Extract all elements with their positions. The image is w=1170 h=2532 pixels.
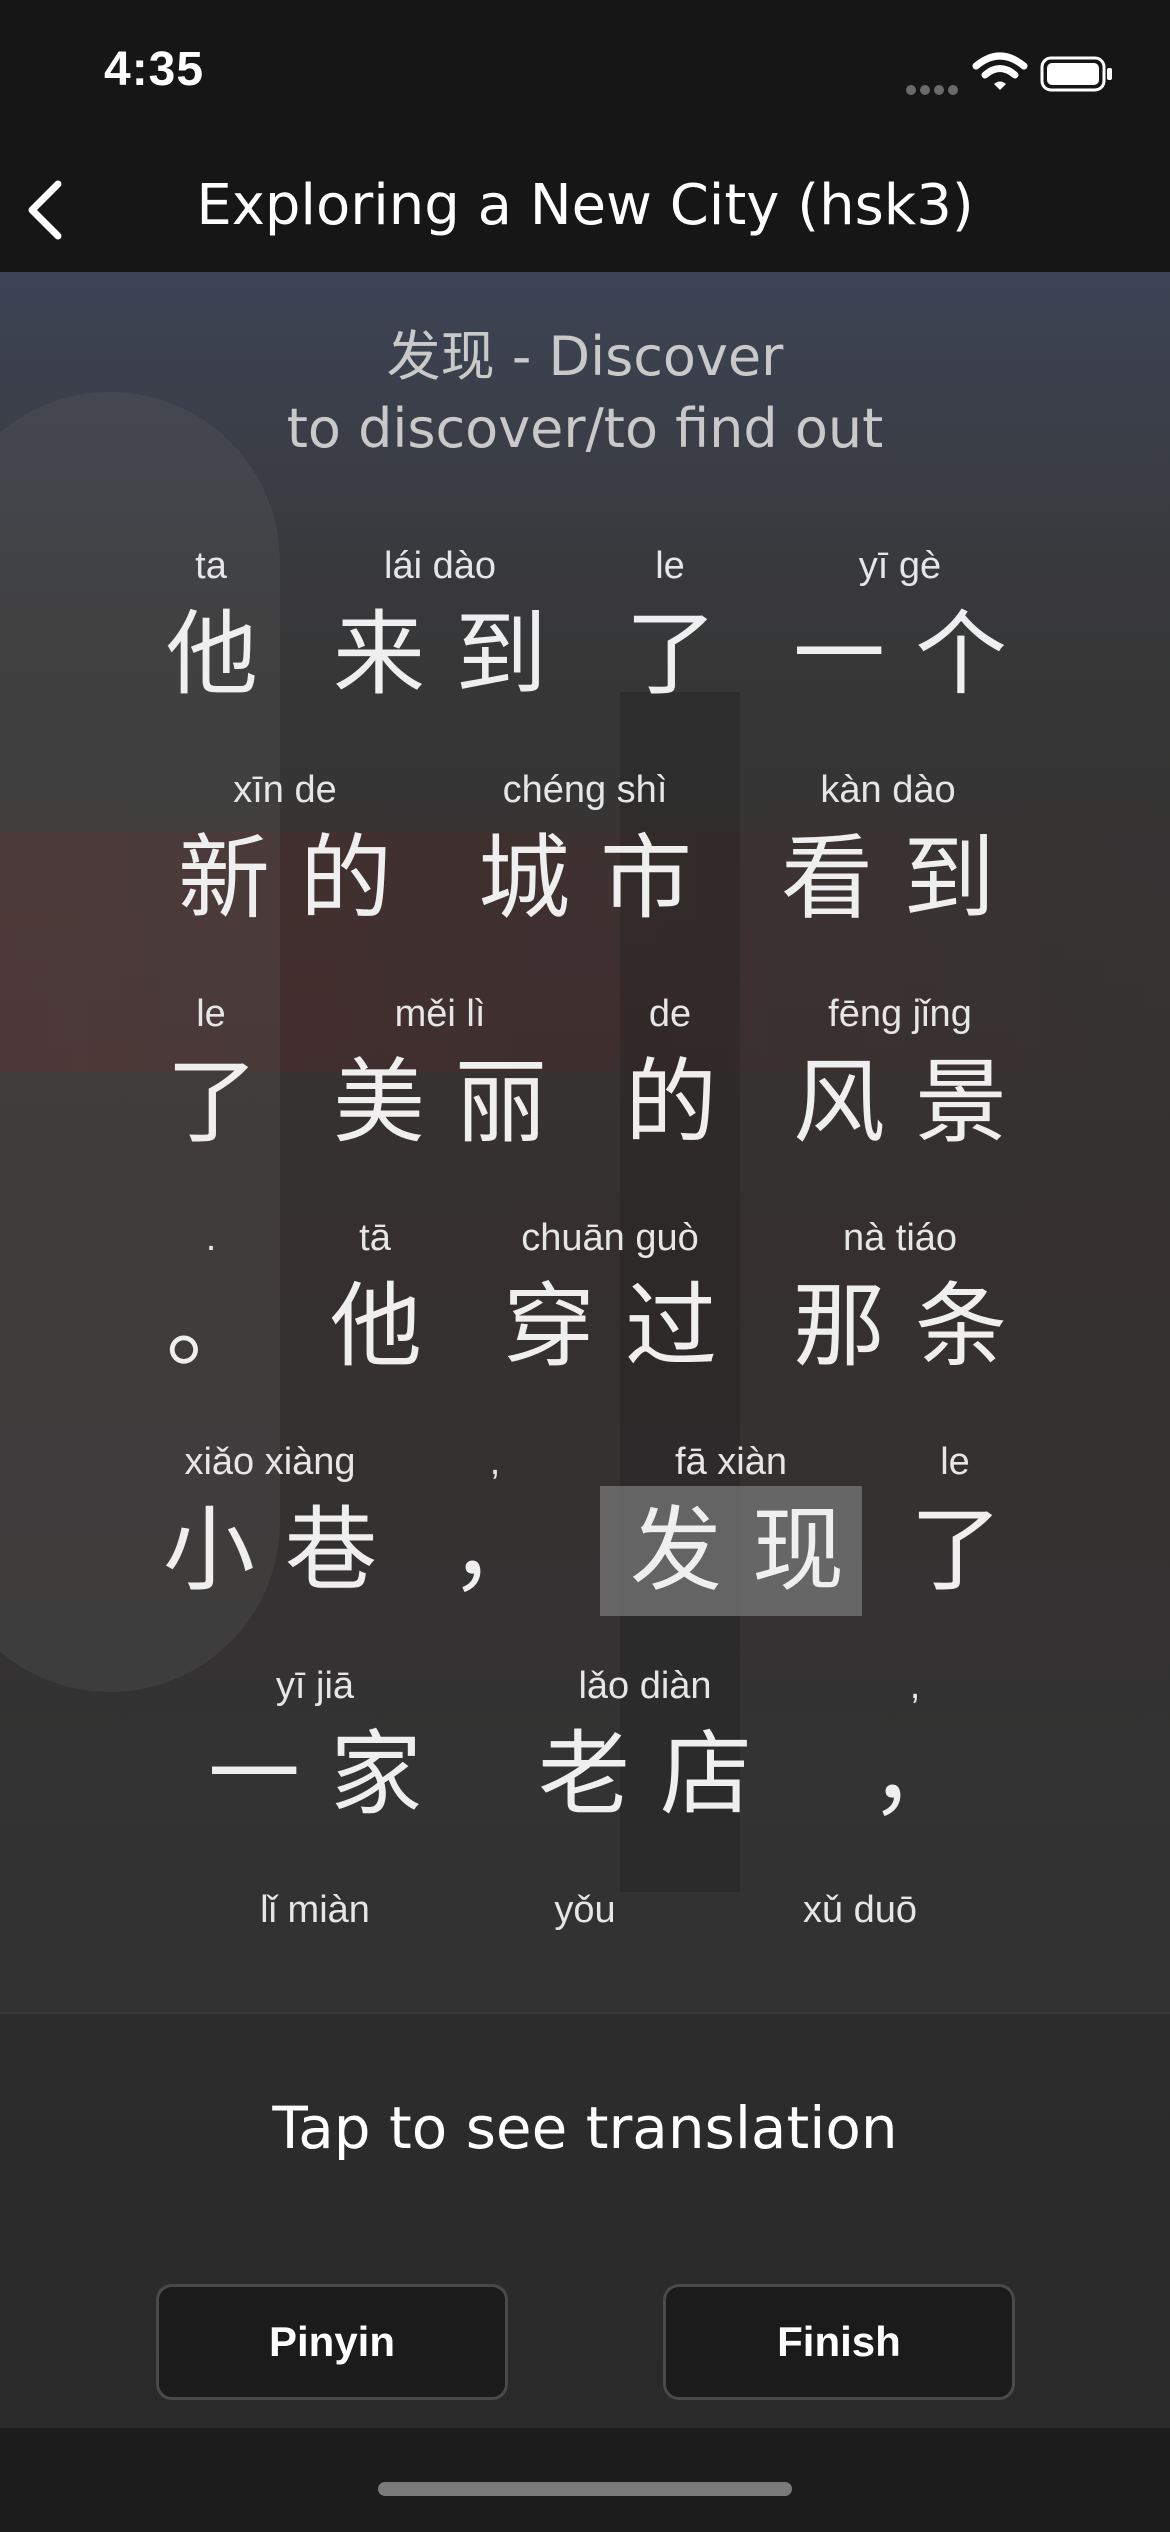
token-pinyin: lái dào	[384, 545, 496, 587]
home-indicator-area	[0, 2428, 1170, 2532]
translation-prompt[interactable]: Tap to see translation	[0, 2094, 1170, 2162]
token-pinyin: le	[940, 1441, 970, 1483]
token-hanzi: 新的	[177, 825, 422, 932]
sentence-token[interactable]: yǒu	[510, 1886, 660, 1934]
word-headword: 发现 - Discover	[386, 325, 784, 388]
token-hanzi: 来到	[332, 601, 577, 708]
token-pinyin: chéng shì	[502, 769, 668, 811]
sentence-token[interactable]: de 的	[595, 990, 745, 1168]
chevron-left-icon[interactable]	[22, 178, 72, 242]
token-hanzi: 他	[330, 1273, 453, 1380]
token-hanzi: 了	[166, 1049, 289, 1156]
token-pinyin: de	[648, 993, 692, 1035]
token-hanzi: 他	[166, 601, 289, 708]
sentence-token[interactable]: . 。	[136, 1214, 286, 1392]
token-pinyin: le	[655, 545, 685, 587]
token-pinyin: yī gè	[858, 545, 942, 587]
nav-bar: Exploring a New City (hsk3)	[0, 150, 1170, 272]
token-pinyin: yī jiā	[275, 1665, 355, 1707]
token-pinyin: fēng jǐng	[828, 993, 972, 1035]
token-hanzi: 城市	[477, 825, 722, 932]
token-hanzi: ，	[870, 1721, 993, 1828]
sentence-token[interactable]: chuān guò 穿过	[470, 1214, 750, 1392]
token-pinyin: .	[205, 1217, 217, 1259]
token-pinyin: lǐ miàn	[260, 1889, 370, 1931]
sentence-token[interactable]: yī gè 一个	[760, 542, 1040, 720]
token-hanzi: 穿过	[502, 1273, 747, 1380]
token-hanzi: 那条	[792, 1273, 1037, 1380]
token-hanzi: 老店	[537, 1721, 782, 1828]
story-content[interactable]: 发现 - Discover to discover/to find out ta…	[0, 272, 1170, 2428]
sentence-token[interactable]: lǐ miàn	[175, 1886, 455, 1934]
token-pinyin: tā	[359, 1217, 391, 1259]
sentence-token[interactable]: le 了	[136, 990, 286, 1168]
token-hanzi: 发现	[600, 1486, 862, 1616]
token-hanzi: 。	[166, 1273, 289, 1380]
token-pinyin: xīn de	[233, 769, 337, 811]
sentence-token[interactable]: nà tiáo 那条	[760, 1214, 1040, 1392]
token-hanzi: ，	[450, 1497, 573, 1604]
status-bar: 4:35	[0, 0, 1170, 150]
sentence-token[interactable]: yī jiā 一家	[175, 1662, 455, 1840]
page-title: Exploring a New City (hsk3)	[196, 173, 974, 238]
reader-screen: 4:35 Exploring a New City (hsk3) 发现 - Di…	[0, 0, 1170, 2532]
token-hanzi: 风景	[792, 1049, 1037, 1156]
token-pinyin: xǔ duō	[802, 1889, 918, 1931]
token-pinyin: lǎo diàn	[578, 1665, 712, 1707]
sentence-token[interactable]: , ，	[840, 1662, 990, 1840]
finish-button[interactable]: Finish	[663, 2284, 1015, 2400]
token-hanzi: 一个	[792, 601, 1037, 708]
token-pinyin: yǒu	[554, 1889, 616, 1931]
sentence-token[interactable]: kàn dào 看到	[748, 766, 1028, 944]
token-pinyin: le	[196, 993, 226, 1035]
token-hanzi: 的	[625, 1049, 748, 1156]
sentence-token[interactable]: , ，	[420, 1438, 570, 1616]
token-hanzi: 一家	[207, 1721, 452, 1828]
sentence-token[interactable]: tā 他	[300, 1214, 450, 1392]
token-hanzi: 了	[625, 601, 748, 708]
token-pinyin: nà tiáo	[842, 1217, 958, 1259]
token-hanzi: 小巷	[162, 1497, 407, 1604]
battery-icon	[1040, 56, 1114, 92]
token-hanzi: 了	[910, 1497, 1033, 1604]
token-pinyin: ,	[489, 1441, 501, 1483]
sentence-token[interactable]: xǔ duō	[720, 1886, 1000, 1934]
wifi-icon	[972, 52, 1028, 92]
home-indicator[interactable]	[378, 2482, 792, 2496]
token-pinyin: ta	[195, 545, 227, 587]
word-definition: to discover/to find out	[286, 397, 884, 460]
sentence-token[interactable]: chéng shì 城市	[445, 766, 725, 944]
sentence-token[interactable]: lǎo diàn 老店	[505, 1662, 785, 1840]
token-pinyin: měi lì	[394, 993, 486, 1035]
sentence-token[interactable]: xiǎo xiàng 小巷	[130, 1438, 410, 1616]
token-pinyin: xiǎo xiàng	[184, 1441, 356, 1483]
signal-dots-icon	[906, 80, 962, 95]
status-time: 4:35	[104, 43, 205, 96]
token-pinyin: ,	[909, 1665, 921, 1707]
token-pinyin: chuān guò	[521, 1217, 699, 1259]
bottom-panel: Tap to see translation Pinyin Finish	[0, 2012, 1170, 2428]
sentence-token-highlighted[interactable]: fā xiàn 发现	[600, 1438, 862, 1616]
pinyin-button[interactable]: Pinyin	[156, 2284, 508, 2400]
sentence-token[interactable]: le 了	[595, 542, 745, 720]
token-pinyin: fā xiàn	[675, 1441, 787, 1483]
sentence-token[interactable]: xīn de 新的	[145, 766, 425, 944]
token-hanzi: 美丽	[332, 1049, 577, 1156]
token-pinyin: kàn dào	[820, 769, 956, 811]
sentence-token[interactable]: fēng jǐng 风景	[760, 990, 1040, 1168]
sentence-token[interactable]: le 了	[880, 1438, 1030, 1616]
token-hanzi: 看到	[780, 825, 1025, 932]
sentence-token[interactable]: ta 他	[136, 542, 286, 720]
sentence-token[interactable]: měi lì 美丽	[300, 990, 580, 1168]
sentence-token[interactable]: lái dào 来到	[300, 542, 580, 720]
